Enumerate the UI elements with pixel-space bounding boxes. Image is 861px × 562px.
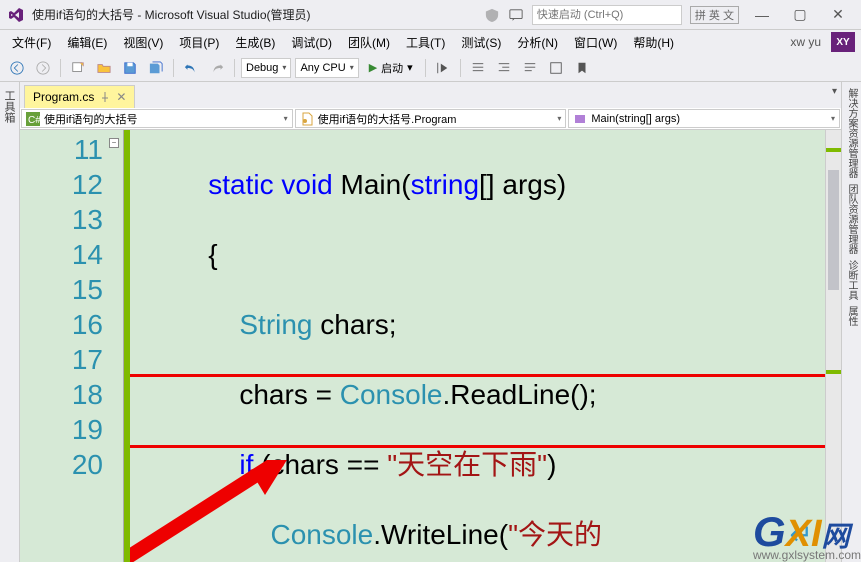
menu-analyze[interactable]: 分析(N) [511, 32, 564, 53]
menu-project[interactable]: 项目(P) [173, 32, 225, 53]
toolbar: Debug▾ Any CPU▾ ▶启动▾ [0, 54, 861, 82]
panel-diagnostic-tools[interactable]: 诊断工具 [844, 260, 859, 300]
config-combo[interactable]: Debug▾ [241, 58, 291, 78]
right-panel-tabs: 解决方案资源管理器 团队资源管理器 诊断工具 属性 [841, 82, 861, 562]
bookmark-button[interactable] [571, 57, 593, 79]
line-gutter: − 111213 141516 17 181920 [20, 130, 124, 562]
platform-combo[interactable]: Any CPU▾ [295, 58, 358, 78]
new-project-button[interactable] [67, 57, 89, 79]
comment-button[interactable] [519, 57, 541, 79]
step-button[interactable] [432, 57, 454, 79]
scrollbar-thumb[interactable] [828, 170, 839, 290]
outdent-button[interactable] [493, 57, 515, 79]
tab-strip: Program.cs ✕ ▾ [20, 82, 841, 108]
menu-team[interactable]: 团队(M) [342, 32, 396, 53]
signed-in-user[interactable]: xw yu [784, 35, 827, 49]
menu-build[interactable]: 生成(B) [229, 32, 281, 53]
menu-debug[interactable]: 调试(D) [285, 32, 338, 53]
code-editor[interactable]: − 111213 141516 17 181920 static void Ma… [20, 130, 841, 562]
outline-toggle[interactable]: − [109, 138, 119, 148]
vertical-scrollbar[interactable] [825, 130, 841, 562]
play-icon: ▶ [369, 61, 377, 74]
vs-logo-icon [8, 7, 24, 23]
menu-test[interactable]: 测试(S) [455, 32, 507, 53]
csharp-project-icon: C# [26, 112, 40, 126]
start-debug-button[interactable]: ▶启动▾ [363, 58, 419, 78]
panel-properties[interactable]: 属性 [844, 306, 859, 326]
menubar: 文件(F) 编辑(E) 视图(V) 项目(P) 生成(B) 调试(D) 团队(M… [0, 30, 861, 54]
feedback-icon[interactable] [508, 7, 524, 23]
save-button[interactable] [119, 57, 141, 79]
menu-window[interactable]: 窗口(W) [568, 32, 623, 53]
tab-program-cs[interactable]: Program.cs ✕ [24, 85, 135, 108]
close-button[interactable]: ✕ [823, 3, 853, 27]
save-all-button[interactable] [145, 57, 167, 79]
nav-back-button[interactable] [6, 57, 28, 79]
maximize-button[interactable]: ▢ [785, 3, 815, 27]
tab-close-button[interactable]: ✕ [116, 90, 126, 104]
ime-indicator[interactable]: 拼 英 文 [690, 6, 739, 24]
pin-icon[interactable] [100, 92, 110, 102]
menu-file[interactable]: 文件(F) [6, 32, 57, 53]
svg-text:C#: C# [28, 115, 40, 126]
menu-help[interactable]: 帮助(H) [627, 32, 680, 53]
nav-scope-combo[interactable]: C# 使用if语句的大括号▾ [21, 109, 293, 128]
quick-launch-input[interactable] [532, 5, 682, 25]
open-button[interactable] [93, 57, 115, 79]
panel-team-explorer[interactable]: 团队资源管理器 [844, 184, 859, 254]
panel-solution-explorer[interactable]: 解决方案资源管理器 [844, 88, 859, 178]
menu-view[interactable]: 视图(V) [117, 32, 169, 53]
user-badge[interactable]: XY [831, 32, 855, 52]
titlebar: 使用if语句的大括号 - Microsoft Visual Studio(管理员… [0, 0, 861, 30]
notification-icon[interactable] [484, 7, 500, 23]
menu-edit[interactable]: 编辑(E) [61, 32, 113, 53]
minimize-button[interactable]: — [747, 3, 777, 27]
nav-bar: C# 使用if语句的大括号▾ 使用if语句的大括号.Program▾ Main(… [20, 108, 841, 130]
nav-member-combo[interactable]: Main(string[] args)▾ [568, 109, 840, 128]
uncomment-button[interactable] [545, 57, 567, 79]
code-content[interactable]: static void Main(string[] args) { String… [130, 130, 825, 562]
class-icon [300, 112, 314, 126]
window-title: 使用if语句的大括号 - Microsoft Visual Studio(管理员… [32, 6, 311, 23]
nav-fwd-button[interactable] [32, 57, 54, 79]
toolbox-panel[interactable]: 工具箱 [0, 82, 20, 562]
tab-label: Program.cs [33, 90, 94, 104]
nav-class-combo[interactable]: 使用if语句的大括号.Program▾ [295, 109, 567, 128]
indent-button[interactable] [467, 57, 489, 79]
method-icon [573, 112, 587, 126]
redo-button[interactable] [206, 57, 228, 79]
menu-tools[interactable]: 工具(T) [400, 32, 451, 53]
tab-overflow-button[interactable]: ▾ [832, 86, 837, 97]
undo-button[interactable] [180, 57, 202, 79]
